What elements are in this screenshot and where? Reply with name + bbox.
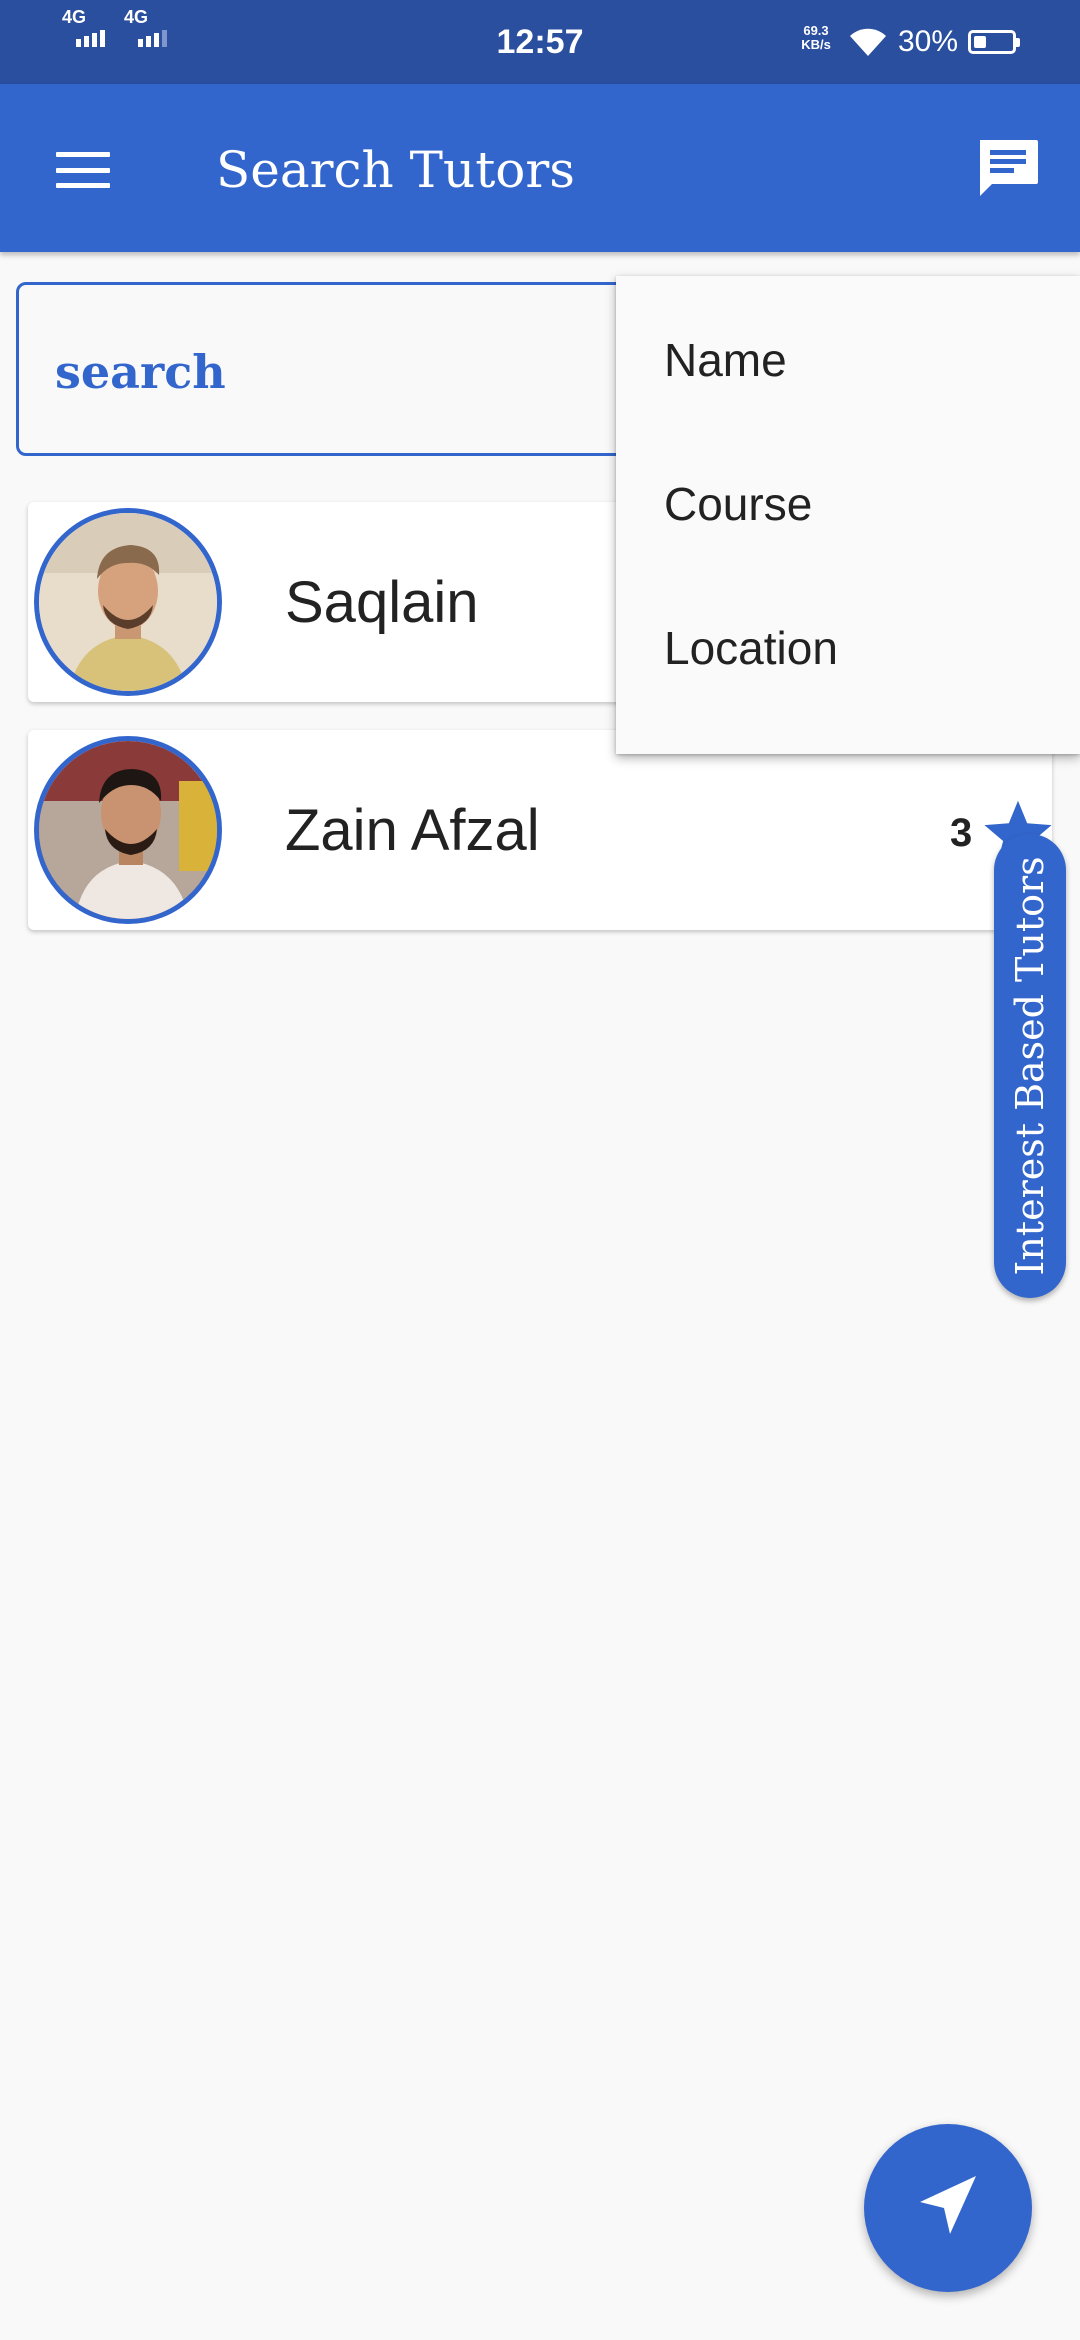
battery-icon — [968, 30, 1020, 54]
avatar — [34, 736, 222, 924]
tutor-name: Saqlain — [285, 570, 479, 635]
search-filter-menu: Name Course Location — [616, 276, 1080, 754]
send-location-button[interactable] — [864, 2124, 1032, 2292]
speed-value: 69.3 — [803, 23, 829, 38]
tutor-name: Zain Afzal — [285, 798, 540, 863]
search-field[interactable] — [16, 282, 716, 456]
avatar-photo — [39, 741, 217, 919]
menu-item-course[interactable]: Course — [616, 432, 1080, 576]
network-speed: 69.3 KB/s — [796, 24, 836, 52]
send-location-icon — [920, 2176, 976, 2234]
status-bar: 4G 4G 12:57 69.3 KB/s 30% — [0, 0, 1080, 84]
app-bar: Search Tutors — [0, 84, 1080, 252]
interest-based-tutors-tab[interactable]: Interest Based Tutors — [994, 834, 1066, 1298]
chat-message-icon[interactable] — [976, 138, 1040, 202]
side-tab-label: Interest Based Tutors — [1008, 856, 1052, 1276]
avatar — [34, 508, 222, 696]
speed-unit: KB/s — [801, 37, 831, 52]
menu-item-name[interactable]: Name — [616, 288, 1080, 432]
battery-percent: 30% — [898, 25, 959, 58]
search-input[interactable] — [53, 339, 617, 405]
tutor-card[interactable]: Zain Afzal 3 — [28, 730, 1052, 930]
avatar-photo — [39, 513, 217, 691]
page-title: Search Tutors — [216, 141, 575, 199]
hamburger-menu-icon[interactable] — [56, 152, 110, 188]
menu-item-location[interactable]: Location — [616, 576, 1080, 720]
wifi-icon — [850, 28, 886, 56]
rating-value: 3 — [950, 811, 973, 855]
